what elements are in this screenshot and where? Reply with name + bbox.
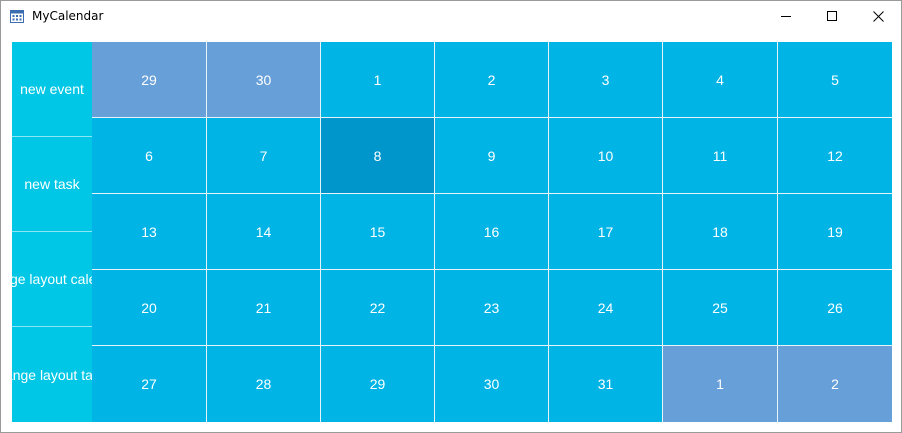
calendar-day-cell[interactable]: 10	[549, 118, 662, 193]
calendar-day-cell[interactable]: 23	[435, 270, 548, 345]
calendar-day-cell[interactable]: 29	[92, 42, 206, 117]
calendar-day-cell[interactable]: 16	[435, 194, 548, 269]
calendar-day-cell-selected[interactable]: 8	[321, 118, 434, 193]
calendar-day-cell[interactable]: 3	[549, 42, 662, 117]
day-number: 8	[373, 147, 382, 164]
day-number: 17	[597, 223, 614, 240]
day-number: 29	[369, 376, 386, 392]
day-number: 29	[141, 71, 157, 88]
day-number: 20	[141, 299, 157, 316]
calendar-day-cell[interactable]: 15	[321, 194, 434, 269]
window-title: MyCalendar	[32, 9, 104, 23]
calendar-day-cell[interactable]: 27	[92, 346, 206, 422]
day-number: 4	[716, 71, 724, 88]
new-event-button[interactable]: new event	[12, 42, 92, 136]
minimize-button[interactable]	[763, 1, 809, 31]
day-number: 30	[255, 71, 272, 88]
calendar-day-cell[interactable]: 14	[207, 194, 320, 269]
day-number: 23	[483, 299, 500, 316]
day-number: 18	[712, 223, 728, 240]
day-number: 14	[255, 223, 272, 240]
day-number: 30	[483, 376, 500, 392]
day-number: 26	[827, 299, 843, 316]
app-window: MyCalendar new event new task ge layout …	[0, 0, 902, 433]
day-number: 24	[597, 299, 614, 316]
calendar-day-cell[interactable]: 7	[207, 118, 320, 193]
calendar-day-cell[interactable]: 18	[663, 194, 777, 269]
day-number: 10	[597, 147, 614, 164]
day-number: 7	[259, 147, 268, 164]
calendar-day-cell[interactable]: 31	[549, 346, 662, 422]
day-number: 11	[712, 147, 728, 164]
calendar-day-cell[interactable]: 19	[778, 194, 892, 269]
action-sidebar: new event new task change layout calenda…	[12, 42, 92, 422]
day-number: 9	[487, 147, 496, 164]
change-layout-tasks-button[interactable]: change layout tasks	[12, 327, 92, 422]
day-number: 5	[831, 71, 839, 88]
calendar-day-cell[interactable]: 24	[549, 270, 662, 345]
calendar-day-cell[interactable]: 20	[92, 270, 206, 345]
title-bar[interactable]: MyCalendar	[1, 1, 901, 31]
calendar-day-cell[interactable]: 9	[435, 118, 548, 193]
calendar-day-cell[interactable]: 2	[435, 42, 548, 117]
minimize-icon	[780, 15, 791, 17]
calendar-day-cell[interactable]: 30	[435, 346, 548, 422]
day-number: 1	[716, 376, 724, 392]
change-layout-calendar-button[interactable]: change layout calendar	[12, 232, 92, 326]
calendar-day-cell[interactable]: 22	[321, 270, 434, 345]
calendar-day-cell[interactable]: 6	[92, 118, 206, 193]
calendar-day-cell[interactable]: 5	[778, 42, 892, 117]
calendar-day-cell[interactable]: 12	[778, 118, 892, 193]
calendar-day-cell[interactable]: 13	[92, 194, 206, 269]
day-number: 13	[141, 223, 157, 240]
calendar-day-cell[interactable]: 29	[321, 346, 434, 422]
calendar-day-cell[interactable]: 4	[663, 42, 777, 117]
day-number: 19	[827, 223, 843, 240]
new-task-button[interactable]: new task	[12, 137, 92, 231]
calendar-day-cell[interactable]: 26	[778, 270, 892, 345]
calendar-day-cell[interactable]: 11	[663, 118, 777, 193]
calendar-day-cell[interactable]: 17	[549, 194, 662, 269]
close-button[interactable]	[855, 1, 901, 31]
new-event-label: new event	[20, 81, 84, 97]
calendar-day-cell[interactable]: 25	[663, 270, 777, 345]
day-number: 12	[827, 147, 843, 164]
maximize-button[interactable]	[809, 1, 855, 31]
day-number: 25	[712, 299, 728, 316]
day-number: 2	[487, 71, 496, 88]
calendar-icon	[10, 10, 24, 23]
change-layout-calendar-label: change layout calendar	[12, 271, 92, 287]
new-task-label: new task	[24, 176, 80, 192]
calendar-day-cell[interactable]: 2	[778, 346, 892, 422]
calendar-day-cell[interactable]: 28	[207, 346, 320, 422]
day-number: 22	[369, 299, 386, 316]
calendar-day-cell[interactable]: 30	[207, 42, 320, 117]
day-number: 15	[369, 223, 386, 240]
day-number: 3	[601, 71, 610, 88]
calendar-day-cell[interactable]: 21	[207, 270, 320, 345]
calendar-day-cell[interactable]: 1	[321, 42, 434, 117]
day-number: 21	[255, 299, 272, 316]
day-number: 16	[483, 223, 500, 240]
change-layout-tasks-label: change layout tasks	[12, 366, 92, 383]
calendar-month-grid: 29 30 1 2 3 4 5 6 7 8 9 10 11 12 13 14 15 16 17 18 19 20 21 22 2…	[92, 42, 892, 422]
day-number: 28	[255, 376, 272, 392]
day-number: 6	[145, 147, 153, 164]
day-number: 31	[597, 376, 614, 392]
day-number: 27	[141, 376, 157, 392]
calendar-day-cell[interactable]: 1	[663, 346, 777, 422]
main-content: new event new task change layout calenda…	[12, 42, 892, 422]
maximize-icon	[826, 10, 837, 21]
day-number: 1	[373, 71, 382, 88]
close-icon	[872, 10, 884, 22]
day-number: 2	[831, 376, 839, 392]
